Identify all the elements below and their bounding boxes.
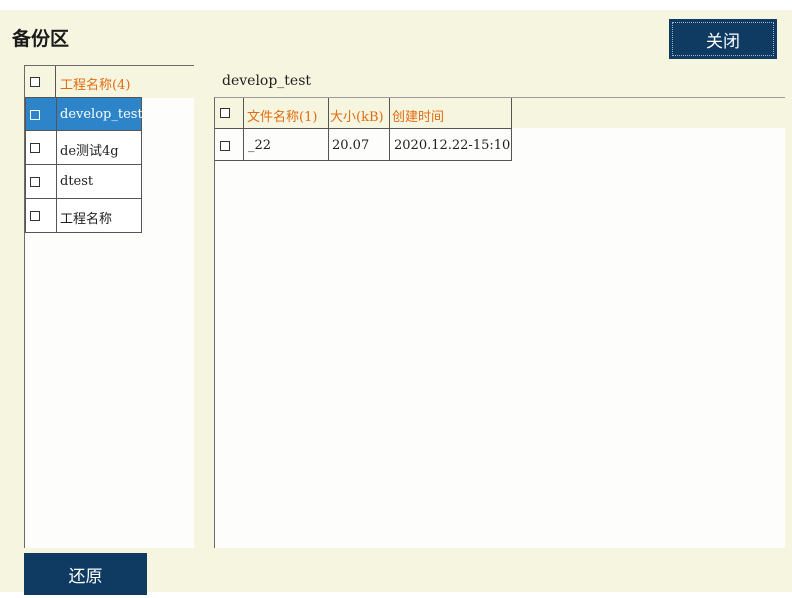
selected-project-title: develop_test [222,73,312,89]
file-table: 文件名称(1) 大小(kB) 创建时间 _22 20.07 2020.12.22… [214,97,785,548]
file-size: 20.07 [332,138,370,153]
window-title: 备份区 [12,28,70,50]
project-checkbox[interactable] [30,177,40,187]
row-divider [56,199,57,232]
column-size: 大小(kB) [330,110,384,125]
project-name: dtest [60,174,94,189]
row-divider [56,165,57,198]
top-strip [0,0,792,10]
project-header-label: 工程名称(4) [60,78,131,93]
project-row-de-test-4g[interactable]: de测试4g [25,131,142,165]
project-name: develop_test [60,107,143,122]
project-list: 工程名称(4) develop_test de测试4g dtest 工程名称 [24,65,194,548]
row-divider [56,98,57,130]
project-row-dtest[interactable]: dtest [25,165,142,199]
project-checkbox[interactable] [30,211,40,221]
file-table-header: 文件名称(1) 大小(kB) 创建时间 [215,98,785,128]
file-checkbox[interactable] [220,141,230,151]
column-file-name: 文件名称(1) [247,110,318,125]
project-name: 工程名称 [60,212,113,227]
project-list-header: 工程名称(4) [25,65,194,98]
select-all-files-checkbox[interactable] [220,108,230,118]
close-button[interactable]: 关闭 [669,19,777,59]
project-row-develop-test[interactable]: develop_test [25,97,143,131]
column-created: 创建时间 [392,110,445,125]
project-checkbox[interactable] [30,143,40,153]
row-divider [56,131,57,164]
file-name: _22 [248,138,272,153]
restore-button[interactable]: 还原 [24,553,147,595]
header-divider [55,66,56,97]
project-row-project-name[interactable]: 工程名称 [25,199,142,233]
file-created: 2020.12.22-15:10 [394,138,511,153]
project-checkbox[interactable] [30,110,40,120]
file-row[interactable]: _22 20.07 2020.12.22-15:10 [215,128,512,161]
project-name: de测试4g [60,144,119,159]
select-all-projects-checkbox[interactable] [30,77,40,87]
